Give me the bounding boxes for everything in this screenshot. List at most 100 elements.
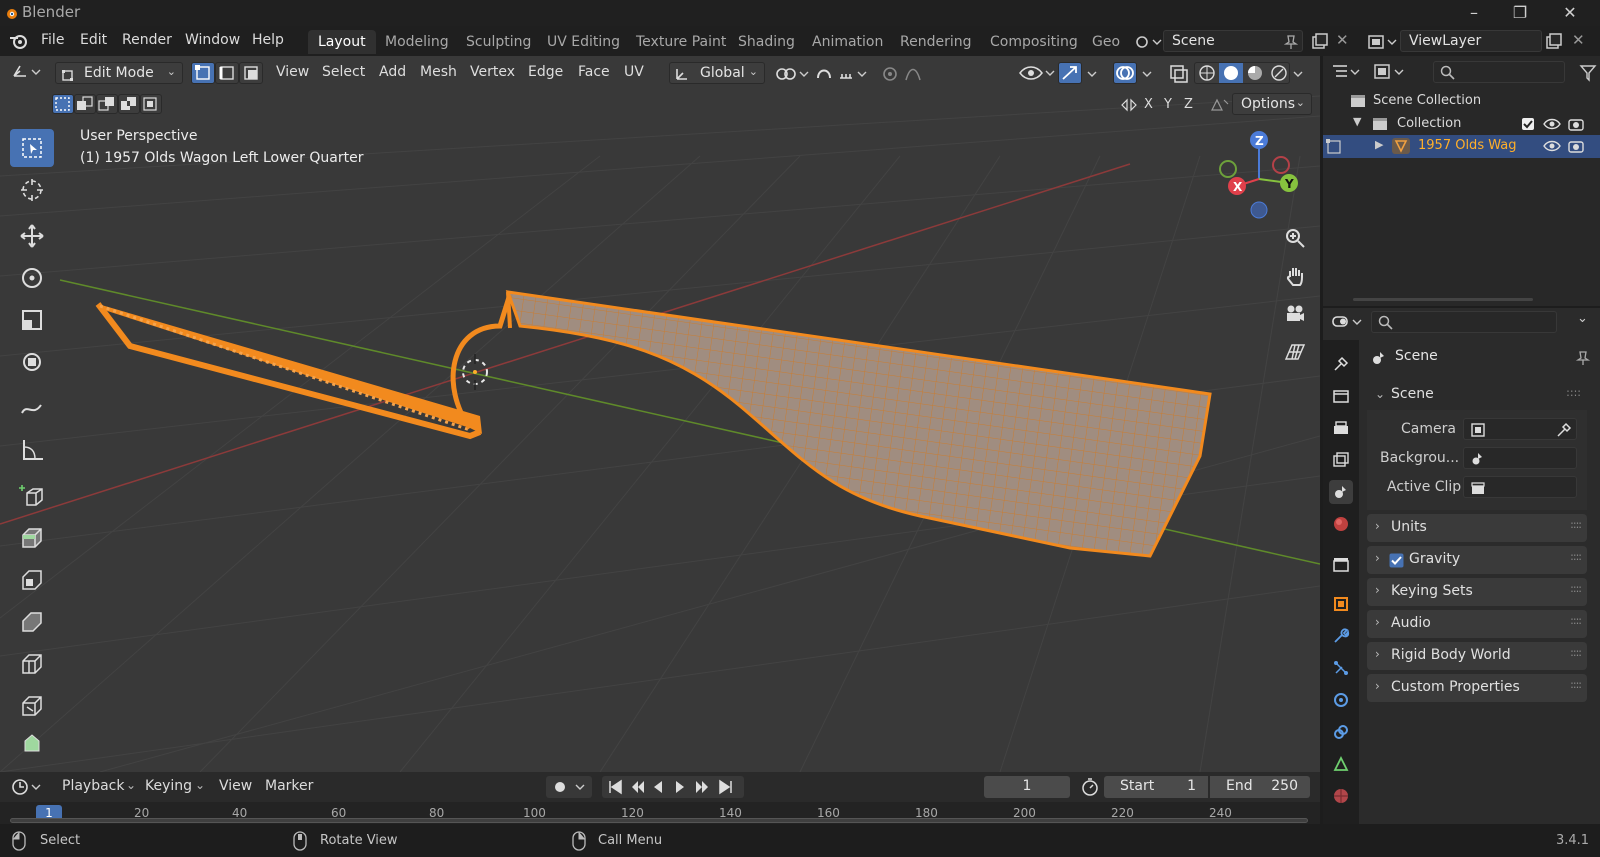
menu-face[interactable]: Face bbox=[578, 64, 610, 80]
extrude-tool[interactable] bbox=[10, 519, 54, 557]
eye-icon[interactable] bbox=[1543, 139, 1561, 153]
expand-arrow-icon[interactable]: ▼ bbox=[1353, 115, 1361, 128]
face-select-button[interactable] bbox=[239, 62, 263, 84]
orientation-dropdown[interactable]: Global ⌄ bbox=[669, 62, 765, 84]
outliner-editor-icon[interactable] bbox=[1331, 62, 1363, 82]
play-icon[interactable] bbox=[676, 781, 684, 793]
tab-modifiers[interactable] bbox=[1329, 624, 1353, 648]
overlays-toggle-button[interactable] bbox=[1113, 62, 1137, 84]
tab-object[interactable] bbox=[1329, 592, 1353, 616]
properties-search[interactable] bbox=[1371, 311, 1557, 333]
mirror-z-toggle[interactable]: Z bbox=[1184, 97, 1193, 112]
3d-viewport[interactable]: Z Y X User Perspective (1) 1957 Olds Wag… bbox=[0, 56, 1320, 772]
camera-render-icon[interactable] bbox=[1567, 117, 1585, 131]
scale-tool[interactable] bbox=[10, 301, 54, 339]
material-shading-icon[interactable] bbox=[1248, 66, 1262, 80]
transform-tool[interactable] bbox=[10, 343, 54, 381]
outliner-row-object[interactable]: ▶ 1957 Olds Wag bbox=[1323, 135, 1600, 158]
snap-icon[interactable] bbox=[814, 64, 874, 84]
mirror-y-toggle[interactable]: Y bbox=[1164, 97, 1172, 112]
menu-select[interactable]: Select bbox=[322, 64, 365, 80]
move-tool[interactable] bbox=[10, 217, 54, 255]
close-button[interactable]: ✕ bbox=[1560, 3, 1580, 23]
chevron-down-icon[interactable] bbox=[1086, 64, 1100, 84]
tab-material[interactable] bbox=[1329, 784, 1353, 808]
chevron-down-icon[interactable] bbox=[1292, 64, 1306, 84]
timeline-ruler[interactable]: 1 20 40 60 80 100 120 140 160 180 200 22… bbox=[0, 802, 1320, 824]
auto-keying-button[interactable] bbox=[546, 776, 592, 798]
tab-world[interactable] bbox=[1329, 512, 1353, 536]
chevron-down-icon[interactable]: ⌄ bbox=[1577, 311, 1588, 326]
scene-section-header[interactable]: ⌄ Scene :::: bbox=[1367, 382, 1587, 410]
viewlayer-browse-icon[interactable] bbox=[1366, 32, 1400, 52]
camera-render-icon[interactable] bbox=[1567, 139, 1585, 153]
menu-playback[interactable]: Playback bbox=[62, 778, 124, 794]
menu-edge[interactable]: Edge bbox=[528, 64, 563, 80]
tab-modeling[interactable]: Modeling bbox=[375, 30, 459, 54]
tab-tool[interactable] bbox=[1329, 352, 1353, 376]
display-mode-icon[interactable] bbox=[1373, 62, 1409, 82]
mode-dropdown[interactable]: Edit Mode ⌄ bbox=[55, 62, 183, 84]
pivot-point-icon[interactable] bbox=[774, 64, 814, 84]
menu-mesh[interactable]: Mesh bbox=[420, 64, 457, 80]
select-subtract-button[interactable] bbox=[96, 94, 118, 114]
select-invert-button[interactable] bbox=[118, 94, 140, 114]
tab-shading[interactable]: Shading bbox=[728, 30, 805, 54]
outliner-scrollbar[interactable] bbox=[1353, 298, 1533, 301]
menu-timeline-view[interactable]: View bbox=[219, 778, 252, 794]
outliner-search[interactable] bbox=[1433, 61, 1565, 83]
panel-custom-properties[interactable]: › Custom Properties :::: bbox=[1367, 674, 1587, 702]
solid-shading-icon[interactable] bbox=[1224, 66, 1238, 80]
new-scene-icon[interactable] bbox=[1310, 32, 1330, 52]
visibility-icon[interactable] bbox=[1018, 63, 1058, 83]
drag-handle-icon[interactable]: :::: bbox=[1566, 386, 1581, 399]
loop-cut-tool[interactable] bbox=[10, 645, 54, 683]
camera-view-button[interactable] bbox=[1278, 297, 1312, 331]
jump-end-icon[interactable] bbox=[719, 779, 732, 795]
editor-type-button[interactable] bbox=[10, 62, 48, 84]
tab-particles[interactable] bbox=[1329, 656, 1353, 680]
minimize-button[interactable]: – bbox=[1464, 3, 1484, 23]
eye-icon[interactable] bbox=[1543, 117, 1561, 131]
jump-keyframe-back-icon[interactable] bbox=[632, 781, 644, 793]
outliner-row-collection[interactable]: ▼ Collection bbox=[1323, 113, 1600, 135]
panel-rigid-body-world[interactable]: › Rigid Body World :::: bbox=[1367, 642, 1587, 670]
start-frame-field[interactable]: Start 1 bbox=[1104, 776, 1208, 798]
tab-sculpting[interactable]: Sculpting bbox=[456, 30, 541, 54]
vertex-select-button[interactable] bbox=[191, 62, 215, 84]
panel-units[interactable]: › Units :::: bbox=[1367, 514, 1587, 542]
scene-field[interactable]: Scene bbox=[1163, 30, 1303, 52]
cursor-tool[interactable] bbox=[10, 171, 54, 209]
menu-window[interactable]: Window bbox=[185, 32, 240, 48]
checkbox-icon[interactable] bbox=[1389, 553, 1404, 568]
checkbox-icon[interactable] bbox=[1521, 117, 1535, 131]
edge-select-button[interactable] bbox=[215, 62, 239, 84]
filter-icon[interactable] bbox=[1579, 64, 1599, 82]
annotate-tool[interactable] bbox=[10, 389, 54, 427]
poly-build-tool[interactable] bbox=[10, 725, 54, 763]
jump-start-icon[interactable] bbox=[609, 779, 622, 795]
select-box-tool[interactable] bbox=[10, 129, 54, 167]
new-viewlayer-icon[interactable] bbox=[1544, 32, 1564, 52]
outliner-row-scene-collection[interactable]: Scene Collection bbox=[1323, 90, 1600, 112]
gizmo-toggle-button[interactable] bbox=[1058, 62, 1082, 84]
tab-render[interactable] bbox=[1329, 384, 1353, 408]
proportional-edit-icon[interactable] bbox=[880, 64, 940, 84]
delete-scene-icon[interactable]: ✕ bbox=[1336, 31, 1349, 49]
tab-physics[interactable] bbox=[1329, 688, 1353, 712]
topology-mirror-icon[interactable] bbox=[1208, 96, 1230, 114]
tab-view-layer[interactable] bbox=[1329, 448, 1353, 472]
ortho-toggle-button[interactable] bbox=[1278, 335, 1312, 369]
rendered-shading-icon[interactable] bbox=[1271, 65, 1287, 81]
blender-menu-icon[interactable] bbox=[8, 32, 30, 50]
tab-rendering[interactable]: Rendering bbox=[890, 30, 982, 54]
drag-handle-icon[interactable]: :::: bbox=[1570, 518, 1582, 531]
tab-uv-editing[interactable]: UV Editing bbox=[537, 30, 630, 54]
expand-arrow-icon[interactable]: ▶ bbox=[1375, 138, 1383, 151]
menu-file[interactable]: File bbox=[41, 32, 64, 48]
menu-vertex[interactable]: Vertex bbox=[470, 64, 515, 80]
knife-tool[interactable] bbox=[10, 687, 54, 725]
menu-marker[interactable]: Marker bbox=[265, 778, 313, 794]
tab-collection[interactable] bbox=[1329, 552, 1353, 576]
pin-icon[interactable] bbox=[1284, 34, 1298, 50]
